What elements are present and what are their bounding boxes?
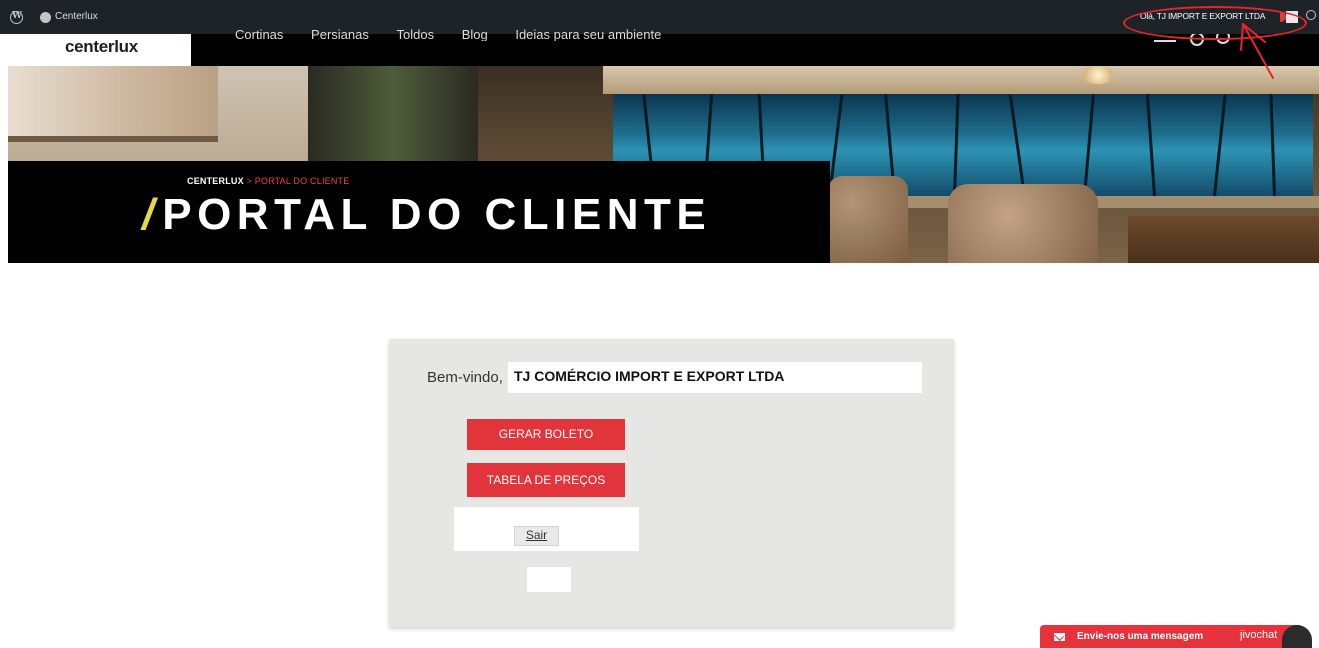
nav-item-cortinas[interactable]: Cortinas [235, 27, 283, 41]
main-nav: Cortinas Persianas Toldos Blog Ideias pa… [235, 27, 685, 41]
title-slash: / [142, 190, 155, 239]
logo-text: centerlux [65, 37, 138, 56]
site-logo[interactable]: centerlux [8, 34, 191, 66]
breadcrumb-current: PORTAL DO CLIENTE [254, 176, 350, 186]
chat-brand: jivochat [1240, 629, 1278, 641]
chat-widget[interactable]: Envie-nos uma mensagem jivochat [1040, 625, 1300, 648]
chat-label: Envie-nos uma mensagem [1077, 631, 1204, 642]
nav-item-ideias[interactable]: Ideias para seu ambiente [515, 27, 661, 41]
empty-field [527, 567, 571, 592]
wordpress-logo-icon[interactable] [10, 11, 23, 24]
logout-button[interactable]: Sair [514, 526, 559, 546]
painting-image [8, 66, 218, 136]
page-left-edge [0, 34, 8, 648]
annotation-arrow-icon [1240, 23, 1274, 79]
price-table-button[interactable]: TABELA DE PREÇOS [467, 463, 625, 497]
welcome-label: Bem-vindo, [427, 369, 503, 386]
menu-icon[interactable] [1154, 40, 1176, 42]
breadcrumb-home[interactable]: CENTERLUX [187, 176, 244, 186]
admin-site-name[interactable]: Centerlux [55, 11, 98, 22]
page: { "adminbar": { "site_name": "Centerlux"… [0, 0, 1319, 648]
chat-bubble-icon[interactable] [1282, 625, 1312, 648]
mail-icon [1054, 633, 1065, 641]
breadcrumb: CENTERLUX > PORTAL DO CLIENTE [187, 176, 349, 186]
breadcrumb-separator: > [246, 176, 255, 186]
nav-item-blog[interactable]: Blog [462, 27, 488, 41]
page-title: / PORTAL DO CLIENTE [142, 190, 711, 240]
page-title-text: PORTAL DO CLIENTE [162, 190, 712, 239]
nav-item-toldos[interactable]: Toldos [396, 27, 434, 41]
generate-boleto-button[interactable]: GERAR BOLETO [467, 419, 625, 450]
nav-item-persianas[interactable]: Persianas [311, 27, 369, 41]
client-name: TJ COMÉRCIO IMPORT E EXPORT LTDA [508, 362, 922, 393]
search-icon[interactable] [1306, 10, 1316, 20]
site-home-icon[interactable] [40, 12, 51, 23]
